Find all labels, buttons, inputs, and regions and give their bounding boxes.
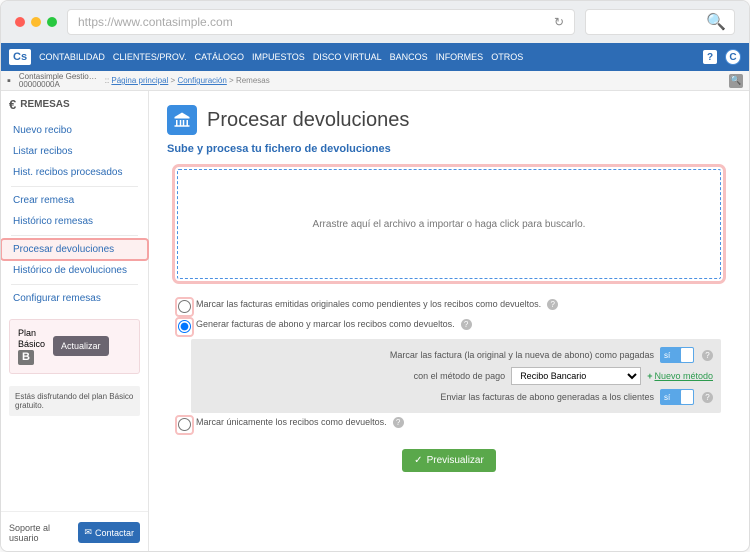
check-icon: ✓ bbox=[414, 455, 422, 466]
nav-contabilidad[interactable]: CONTABILIDAD bbox=[39, 52, 105, 62]
plan-note: Estás disfrutando del plan Básico gratui… bbox=[9, 386, 140, 416]
company-id: 00000000A bbox=[19, 81, 97, 89]
option-2-radio[interactable] bbox=[178, 320, 191, 333]
plan-label: Plan bbox=[18, 328, 36, 339]
help-icon[interactable]: ? bbox=[461, 319, 472, 330]
sidebar-item-nuevo-recibo[interactable]: Nuevo recibo bbox=[1, 120, 148, 141]
help-icon[interactable]: ? bbox=[547, 299, 558, 310]
page-title: Procesar devoluciones bbox=[207, 109, 409, 132]
plus-icon: + bbox=[647, 371, 652, 381]
plan-name: Básico bbox=[18, 339, 45, 350]
plan-badge: B bbox=[18, 350, 34, 365]
sidebar-item-historico-remesas[interactable]: Histórico remesas bbox=[1, 211, 148, 232]
sidebar-item-listar-recibos[interactable]: Listar recibos bbox=[1, 141, 148, 162]
url-text: https://www.contasimple.com bbox=[78, 15, 233, 29]
company-icon: ▪ bbox=[7, 75, 11, 87]
app-logo[interactable]: Cs bbox=[9, 49, 31, 65]
sub-options: Marcar las factura (la original y la nue… bbox=[191, 339, 721, 413]
mail-icon: ✉ bbox=[84, 527, 92, 538]
payment-method-select[interactable]: Recibo Bancario bbox=[511, 367, 641, 385]
help-icon[interactable]: ? bbox=[702, 350, 713, 361]
crumb-current: Remesas bbox=[236, 76, 270, 85]
process-options: Marcar las facturas emitidas originales … bbox=[177, 297, 721, 435]
main-content: Procesar devoluciones Sube y procesa tu … bbox=[149, 91, 749, 552]
top-navigation: Cs CONTABILIDAD CLIENTES/PROV. CATÁLOGO … bbox=[1, 43, 749, 71]
sidebar-item-hist-recibos[interactable]: Hist. recibos procesados bbox=[1, 162, 148, 183]
nav-informes[interactable]: INFORMES bbox=[436, 52, 484, 62]
sub-method-label: con el método de pago bbox=[199, 371, 505, 381]
option-1-radio[interactable] bbox=[178, 300, 191, 313]
crumb-home[interactable]: Página principal bbox=[111, 76, 168, 85]
sub-send-label: Enviar las facturas de abono generadas a… bbox=[199, 392, 654, 402]
sub-bar: ▪ Contasimple Gestio… 00000000A :: Págin… bbox=[1, 71, 749, 91]
nav-otros[interactable]: OTROS bbox=[491, 52, 523, 62]
browser-search[interactable]: 🔍 bbox=[585, 9, 735, 35]
sidebar: € REMESAS Nuevo recibo Listar recibos Hi… bbox=[1, 91, 149, 552]
address-bar[interactable]: https://www.contasimple.com ↻ bbox=[67, 9, 575, 35]
help-icon[interactable]: ? bbox=[703, 50, 717, 64]
sidebar-title: € REMESAS bbox=[1, 91, 148, 118]
option-3-label: Marcar únicamente los recibos como devue… bbox=[196, 417, 387, 427]
nav-clientes[interactable]: CLIENTES/PROV. bbox=[113, 52, 187, 62]
contact-button[interactable]: ✉ Contactar bbox=[78, 522, 140, 543]
plan-box: Plan Básico B Actualizar bbox=[9, 319, 140, 374]
send-clients-toggle[interactable]: sí bbox=[660, 389, 694, 405]
window-controls[interactable] bbox=[15, 17, 57, 27]
sidebar-item-configurar-remesas[interactable]: Configurar remesas bbox=[1, 288, 148, 309]
search-icon: 🔍 bbox=[706, 12, 726, 32]
nav-impuestos[interactable]: IMPUESTOS bbox=[252, 52, 305, 62]
breadcrumb: :: Página principal > Configuración > Re… bbox=[105, 76, 270, 85]
crumb-config[interactable]: Configuración bbox=[177, 76, 226, 85]
nav-disco[interactable]: DISCO VIRTUAL bbox=[313, 52, 382, 62]
support-label: Soporte al usuario bbox=[9, 523, 72, 543]
user-avatar[interactable]: C bbox=[725, 49, 741, 65]
mark-paid-toggle[interactable]: sí bbox=[660, 347, 694, 363]
sidebar-item-crear-remesa[interactable]: Crear remesa bbox=[1, 190, 148, 211]
page-subtitle: Sube y procesa tu fichero de devolucione… bbox=[167, 143, 731, 155]
support-section: Soporte al usuario ✉ Contactar bbox=[1, 511, 148, 552]
upgrade-button[interactable]: Actualizar bbox=[53, 336, 109, 356]
minimize-window-icon[interactable] bbox=[31, 17, 41, 27]
option-3-radio[interactable] bbox=[178, 418, 191, 431]
search-small-icon[interactable]: 🔍 bbox=[729, 74, 743, 88]
preview-button[interactable]: ✓Previsualizar bbox=[402, 449, 496, 472]
sidebar-item-historico-devoluciones[interactable]: Histórico de devoluciones bbox=[1, 260, 148, 281]
maximize-window-icon[interactable] bbox=[47, 17, 57, 27]
new-method-link[interactable]: + Nuevo método bbox=[647, 371, 713, 381]
option-1-label: Marcar las facturas emitidas originales … bbox=[196, 299, 541, 309]
sidebar-item-procesar-devoluciones[interactable]: Procesar devoluciones bbox=[1, 239, 148, 260]
bank-icon bbox=[167, 105, 197, 135]
refresh-icon[interactable]: ↻ bbox=[554, 15, 564, 29]
close-window-icon[interactable] bbox=[15, 17, 25, 27]
nav-bancos[interactable]: BANCOS bbox=[390, 52, 428, 62]
option-2-label: Generar facturas de abono y marcar los r… bbox=[196, 319, 455, 329]
nav-catalogo[interactable]: CATÁLOGO bbox=[195, 52, 244, 62]
euro-icon: € bbox=[9, 97, 16, 112]
sub-mark-paid-label: Marcar las factura (la original y la nue… bbox=[199, 350, 654, 360]
help-icon[interactable]: ? bbox=[702, 392, 713, 403]
help-icon[interactable]: ? bbox=[393, 417, 404, 428]
file-dropzone[interactable]: Arrastre aquí el archivo a importar o ha… bbox=[177, 169, 721, 279]
